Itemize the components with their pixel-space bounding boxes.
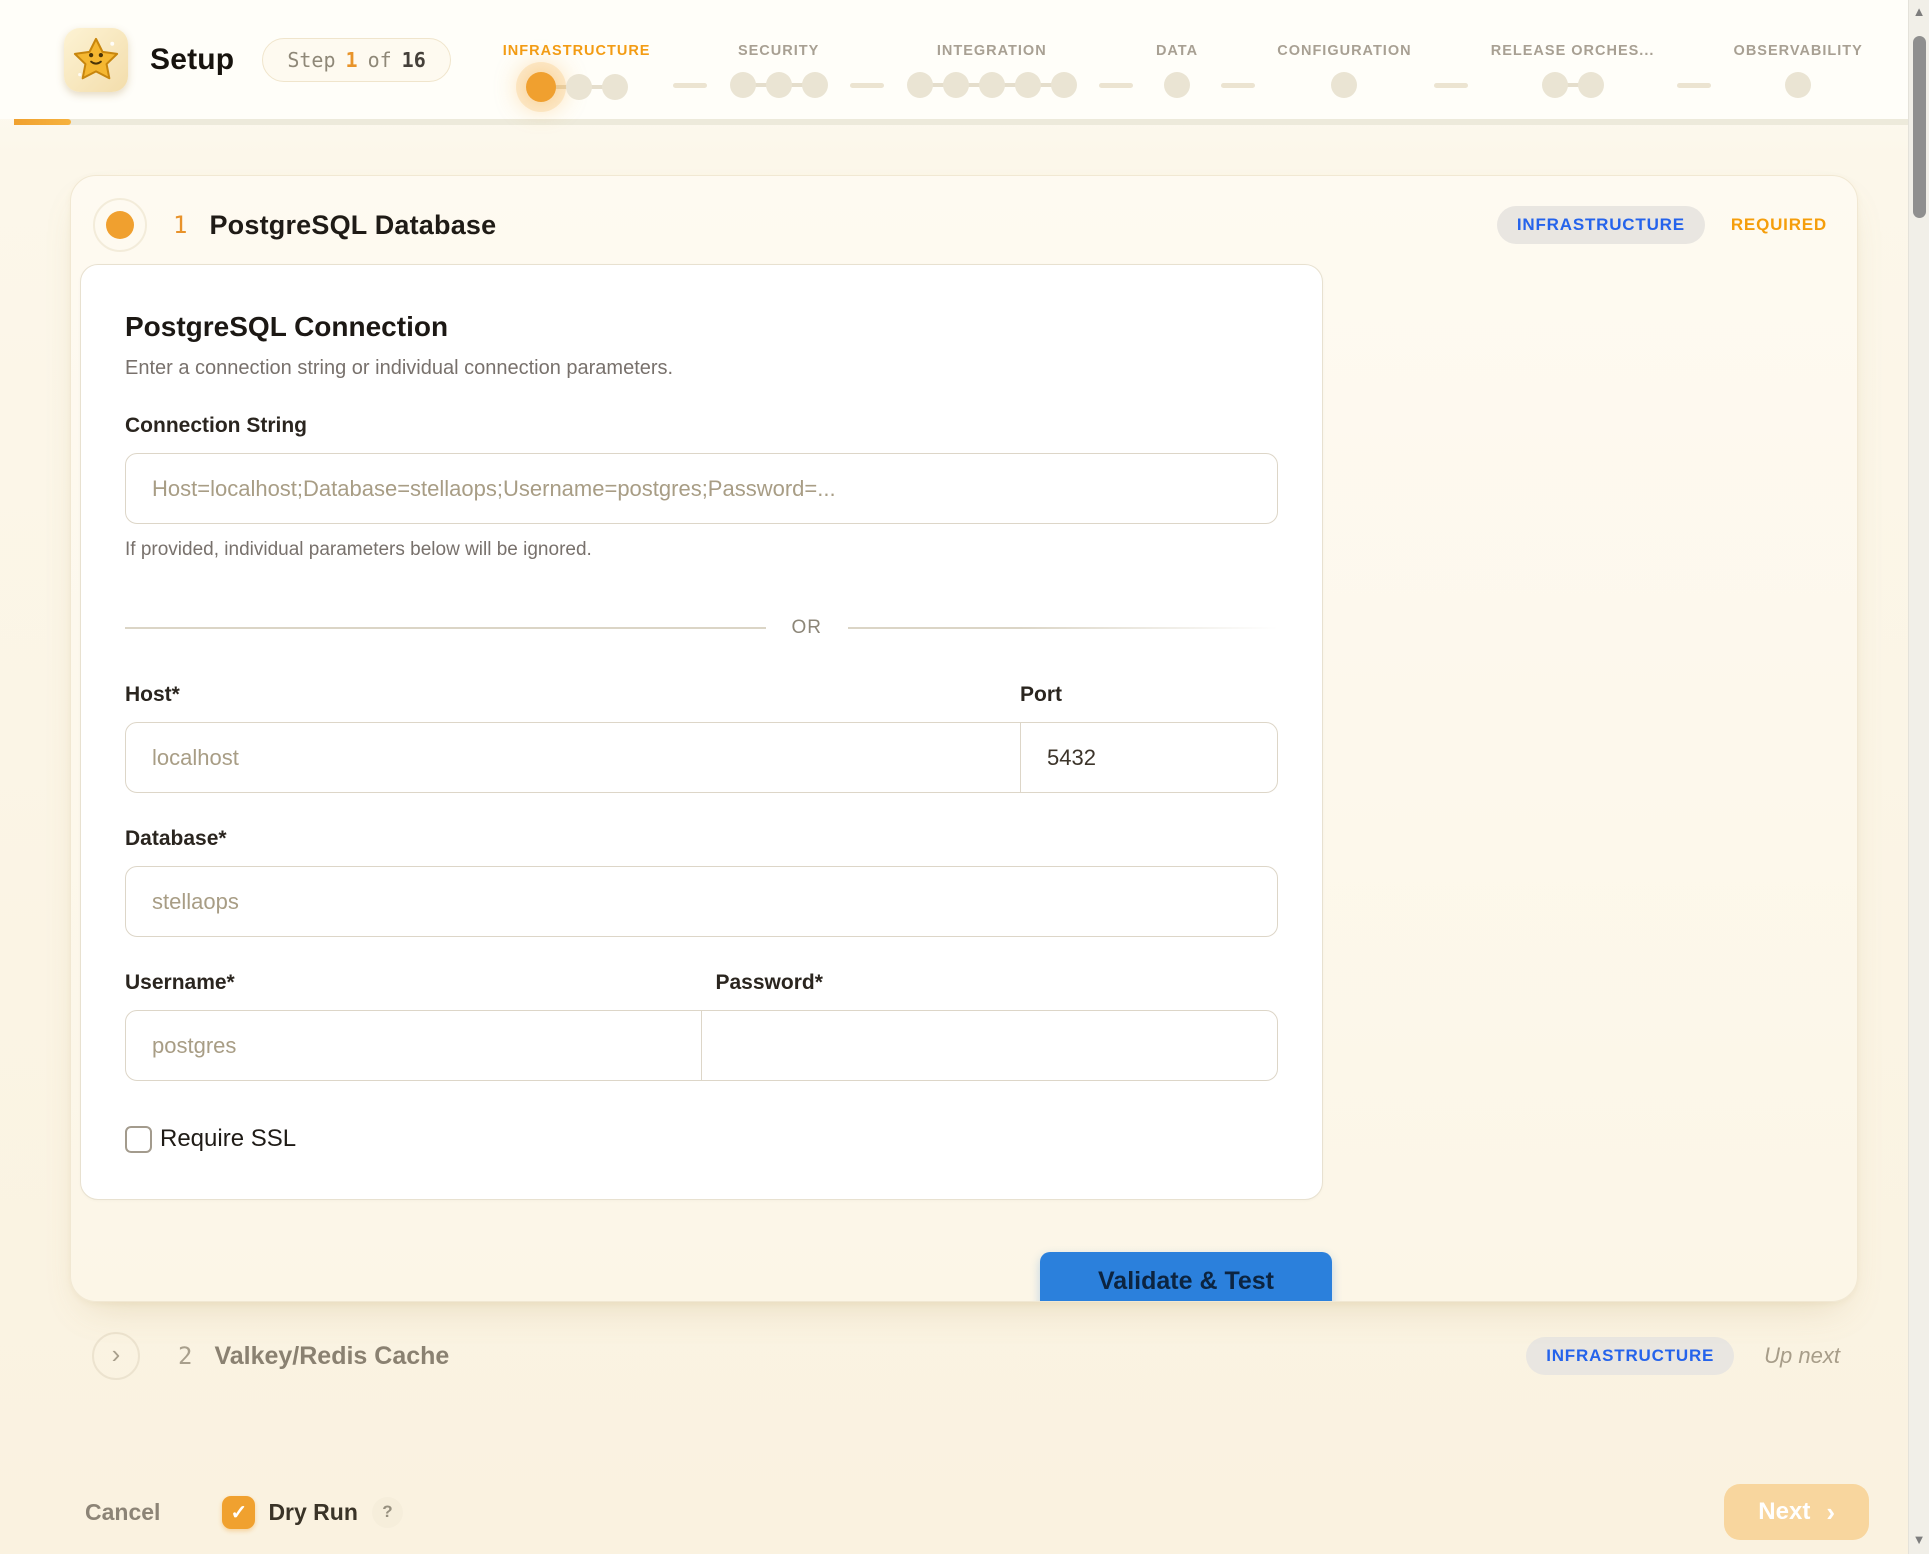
step-dot[interactable] (979, 72, 1005, 98)
or-divider: OR (125, 617, 1278, 639)
stepper-group-label: OBSERVABILITY (1734, 43, 1863, 59)
step-number: 1 (173, 211, 187, 239)
stepper-group: INFRASTRUCTURE (503, 43, 651, 102)
stepper-group: RELEASE ORCHES... (1491, 43, 1655, 98)
step-dot[interactable] (1051, 72, 1077, 98)
password-label: Password* (688, 971, 1279, 995)
database-input[interactable] (125, 866, 1278, 937)
connection-string-help: If provided, individual parameters below… (125, 539, 1278, 561)
step-dot[interactable] (566, 74, 592, 100)
step-dot[interactable] (1785, 72, 1811, 98)
step-number: 2 (178, 1342, 192, 1370)
username-label: Username* (125, 971, 688, 995)
host-label: Host* (125, 683, 1020, 707)
step-dot[interactable] (766, 72, 792, 98)
active-step-dot (106, 211, 134, 239)
main-content: 1 PostgreSQL Database INFRASTRUCTURE REQ… (0, 125, 1908, 1554)
host-input[interactable] (125, 722, 1021, 793)
step-dot[interactable] (1578, 72, 1604, 98)
stepper-group-label: CONFIGURATION (1277, 43, 1411, 59)
step-counter-prefix: Step (287, 48, 335, 72)
validate-test-button[interactable]: Validate & Test (1040, 1252, 1332, 1302)
step-counter-current: 1 (346, 48, 358, 72)
stepper-group-connector (1677, 83, 1711, 88)
divider-line (848, 627, 1278, 629)
step-counter-total: 16 (402, 48, 426, 72)
step-dot[interactable] (943, 72, 969, 98)
stepper-group-label: SECURITY (738, 43, 819, 59)
password-input[interactable] (701, 1010, 1278, 1081)
step-dot[interactable] (1331, 72, 1357, 98)
required-badge: REQUIRED (1731, 215, 1827, 235)
stepper-group-connector (1099, 83, 1133, 88)
form-subtitle: Enter a connection string or individual … (125, 357, 1278, 380)
active-step-indicator (93, 198, 147, 252)
stepper-group: CONFIGURATION (1277, 43, 1411, 98)
stepper-group-label: INTEGRATION (937, 43, 1047, 59)
stepper-group-connector (1221, 83, 1255, 88)
chevron-right-icon: › (112, 1339, 121, 1370)
header: Setup Step 1 of 16 INFRASTRUCTURE SECURIT… (0, 0, 1929, 119)
scrollbar-thumb[interactable] (1913, 36, 1926, 218)
expand-step-button[interactable]: › (92, 1332, 140, 1380)
step-counter-of: of (368, 48, 392, 72)
step-card-valkey-collapsed: › 2 Valkey/Redis Cache INFRASTRUCTURE Up… (70, 1332, 1858, 1380)
cancel-button[interactable]: Cancel (85, 1499, 160, 1526)
divider-line (125, 627, 766, 629)
stepper-group: INTEGRATION (907, 43, 1077, 98)
form-title: PostgreSQL Connection (125, 311, 1278, 343)
step-title: PostgreSQL Database (209, 210, 496, 241)
username-input[interactable] (125, 1010, 702, 1081)
step-card-postgresql: 1 PostgreSQL Database INFRASTRUCTURE REQ… (70, 175, 1858, 1302)
connection-form-panel: PostgreSQL Connection Enter a connection… (80, 264, 1323, 1200)
step-dot[interactable] (1164, 72, 1190, 98)
chevron-right-icon: › (1826, 1502, 1835, 1522)
page-title: Setup (150, 43, 234, 77)
connection-string-label: Connection String (125, 414, 1278, 438)
stepper: INFRASTRUCTURE SECURITY INTEGRATION DATA CON… (503, 17, 1863, 102)
port-label: Port (1020, 683, 1278, 707)
require-ssl-checkbox[interactable] (125, 1126, 152, 1153)
step-dot[interactable] (907, 72, 933, 98)
step-card-header: 1 PostgreSQL Database INFRASTRUCTURE REQ… (71, 176, 1857, 264)
vertical-scrollbar: ▲ ▼ (1908, 0, 1929, 1554)
step-dot[interactable] (1015, 72, 1041, 98)
connection-string-input[interactable] (125, 453, 1278, 524)
dry-run-checkbox[interactable]: ✓ (222, 1496, 255, 1529)
dry-run-label: Dry Run (268, 1499, 357, 1526)
step-dot[interactable] (602, 74, 628, 100)
stepper-group-label: DATA (1156, 43, 1198, 59)
divider-text: OR (792, 617, 823, 639)
scroll-up-arrow[interactable]: ▲ (1909, 4, 1929, 20)
stepper-group-connector (1434, 83, 1468, 88)
step-counter-badge: Step 1 of 16 (262, 38, 450, 82)
category-badge: INFRASTRUCTURE (1497, 206, 1705, 244)
up-next-status: Up next (1764, 1343, 1840, 1369)
require-ssl-label: Require SSL (160, 1125, 296, 1153)
next-button[interactable]: Next › (1724, 1484, 1869, 1540)
wizard-footer: Cancel ✓ Dry Run ? Next › (85, 1480, 1869, 1544)
database-label: Database* (125, 827, 1278, 851)
next-button-label: Next (1758, 1498, 1810, 1526)
stepper-group: SECURITY (730, 43, 828, 98)
stepper-group-label: RELEASE ORCHES... (1491, 43, 1655, 59)
stepper-group: DATA (1156, 43, 1198, 98)
category-badge: INFRASTRUCTURE (1526, 1337, 1734, 1375)
step-dot[interactable] (1542, 72, 1568, 98)
step-title: Valkey/Redis Cache (214, 1342, 449, 1371)
help-tooltip-button[interactable]: ? (372, 1497, 403, 1528)
app-logo (64, 28, 128, 92)
step-dot[interactable] (730, 72, 756, 98)
stepper-group-connector (673, 83, 707, 88)
stepper-group-label: INFRASTRUCTURE (503, 43, 651, 59)
stepper-group-connector (850, 83, 884, 88)
port-input[interactable] (1020, 722, 1278, 793)
stepper-group: OBSERVABILITY (1734, 43, 1863, 98)
step-dot-active[interactable] (526, 72, 556, 102)
question-mark-icon: ? (382, 1502, 392, 1522)
star-icon (70, 34, 122, 86)
step-dot[interactable] (802, 72, 828, 98)
check-icon: ✓ (231, 1500, 248, 1525)
scroll-down-arrow[interactable]: ▼ (1909, 1532, 1929, 1548)
